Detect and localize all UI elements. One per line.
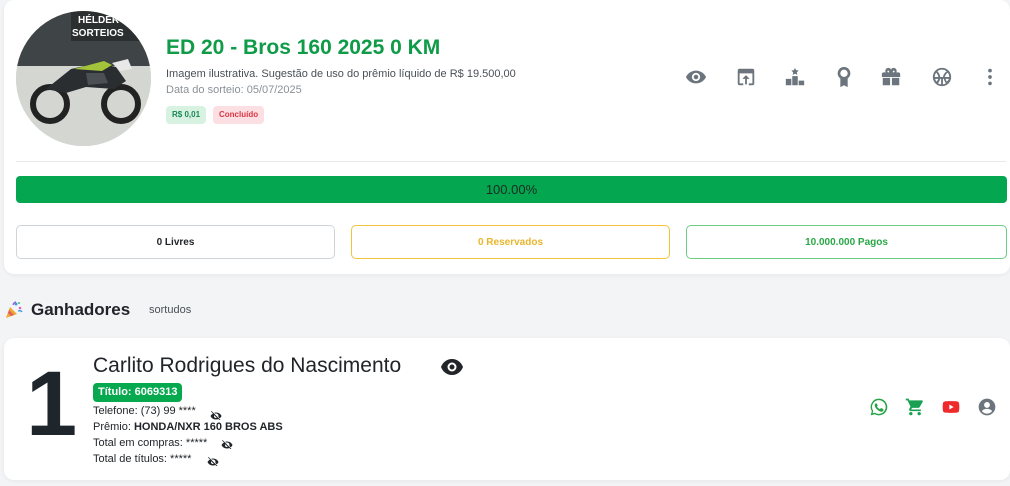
winner-phone: Telefone: (73) 99 **** [93,405,196,417]
podium-icon [784,66,806,93]
account-button[interactable] [977,397,997,422]
prize-description: Imagem ilustrativa. Sugestão de uso do p… [166,68,516,80]
reserved-count-button[interactable]: 0 Reservados [351,225,670,259]
phone-value: (73) 99 **** [140,405,196,417]
youtube-icon [941,397,961,422]
gift-icon [880,66,902,93]
winners-subtitle: sortudos [149,304,192,316]
free-count-button[interactable]: 0 Livres [16,225,335,259]
winner-prize: Prêmio: HONDA/NXR 160 BROS ABS [93,421,283,433]
eye-off-icon[interactable] [210,407,222,421]
eye-icon [685,66,707,93]
youtube-button[interactable] [941,399,961,419]
whatsapp-button[interactable] [869,397,889,422]
status-badge: Concluído [213,106,265,124]
winner-name: Carlito Rodrigues do Nascimento [93,354,402,377]
award-icon [833,66,855,93]
eye-off-icon[interactable] [207,453,219,467]
prize-label: Prêmio: [93,421,134,433]
draw-button[interactable] [929,66,955,92]
draw-date: Data do sorteio: 05/07/2025 [166,84,302,96]
open-external-icon [735,66,757,93]
winner-total-titles: Total de títulos: ***** [93,453,192,465]
gift-button[interactable] [878,66,904,92]
progress-bar: 100.00% [16,176,1007,203]
prize-value: HONDA/NXR 160 BROS ABS [133,421,283,433]
paid-count-button[interactable]: 10.000.000 Pagos [686,225,1007,259]
party-popper-icon [4,300,24,320]
price-badge: R$ 0,01 [166,106,207,124]
more-vertical-icon [979,66,1001,93]
winners-title: Ganhadores [31,300,131,319]
ticket-badge: Título: 6069313 [93,383,183,402]
eye-off-icon[interactable] [221,436,233,450]
account-icon [977,397,997,422]
whatsapp-icon [869,397,889,422]
winner-rank: 1 [26,353,77,455]
more-button[interactable] [977,66,1003,92]
ranking-button[interactable] [782,66,808,92]
divider [16,161,1006,162]
prize-title: ED 20 - Bros 160 2025 0 KM [166,36,441,59]
toggle-visibility-button[interactable] [440,357,464,377]
ball-icon [931,66,953,93]
view-button[interactable] [683,66,709,92]
winner-total-purchases: Total em compras: ***** [93,437,208,449]
prize-image: HÉLDER SORTEIOS [16,11,151,146]
svg-text:SORTEIOS: SORTEIOS [72,28,124,39]
phone-label: Telefone: [93,405,141,417]
cart-button[interactable] [905,397,925,422]
progress-label: 100.00% [485,182,538,197]
award-button[interactable] [831,66,857,92]
open-button[interactable] [733,66,759,92]
cart-icon [905,397,925,422]
